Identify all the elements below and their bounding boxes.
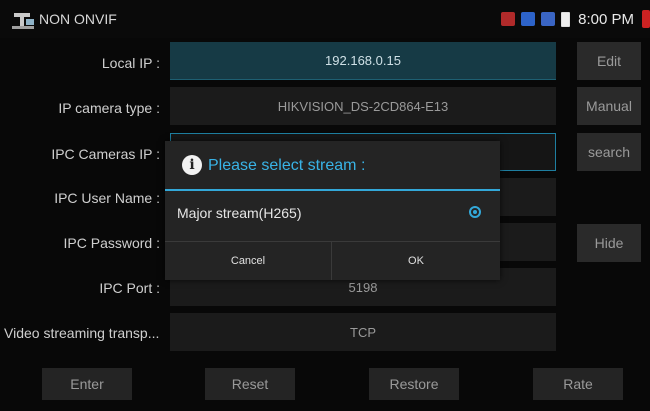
ok-button[interactable]: OK — [332, 242, 500, 280]
camera-type-label: IP camera type : — [58, 100, 160, 116]
local-ip-field[interactable]: 192.168.0.15 — [170, 42, 556, 80]
status-icons: 8:00 PM — [501, 0, 650, 38]
radio-selected-icon[interactable] — [469, 206, 481, 218]
transport-field[interactable]: TCP — [170, 313, 556, 351]
reset-button[interactable]: Reset — [205, 368, 295, 400]
port-label: IPC Port : — [99, 280, 160, 296]
transport-label: Video streaming transp... — [4, 325, 160, 341]
info-icon: i — [182, 155, 202, 175]
stream-option[interactable]: Major stream(H265) — [165, 191, 500, 233]
cancel-button[interactable]: Cancel — [165, 242, 331, 280]
edit-button[interactable]: Edit — [577, 42, 641, 80]
clock: 8:00 PM — [578, 10, 634, 28]
rate-button[interactable]: Rate — [533, 368, 623, 400]
enter-button[interactable]: Enter — [42, 368, 132, 400]
blocked-icon — [541, 12, 556, 26]
dialog-title: Please select stream : — [208, 157, 366, 174]
hide-button[interactable]: Hide — [577, 224, 641, 262]
camera-type-field[interactable]: HIKVISION_DS-2CD864-E13 — [170, 87, 556, 125]
app-title: NON ONVIF — [39, 11, 117, 27]
search-button[interactable]: search — [577, 133, 641, 171]
manual-button[interactable]: Manual — [577, 87, 641, 125]
app-icon — [12, 13, 34, 29]
cameras-ip-label: IPC Cameras IP : — [51, 146, 160, 162]
restore-button[interactable]: Restore — [369, 368, 459, 400]
stream-option-label: Major stream(H265) — [177, 205, 302, 221]
battery-icon — [561, 11, 571, 27]
password-label: IPC Password : — [63, 235, 160, 251]
select-stream-dialog: i Please select stream : Major stream(H2… — [165, 141, 500, 280]
user-name-label: IPC User Name : — [54, 190, 160, 206]
dialog-header: i Please select stream : — [165, 141, 500, 189]
local-ip-label: Local IP : — [101, 55, 160, 71]
notification-icon — [642, 10, 650, 28]
download-icon — [521, 12, 536, 26]
warning-icon — [501, 12, 516, 26]
status-bar: NON ONVIF 8:00 PM — [0, 0, 650, 38]
